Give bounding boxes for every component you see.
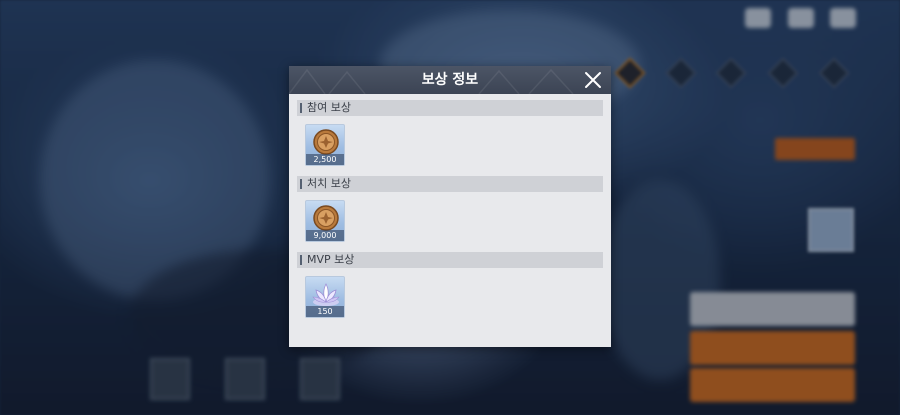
section-title: 처치 보상	[307, 177, 351, 190]
reward-row-participation: 2,500	[297, 124, 603, 170]
dialog-title: 보상 정보	[421, 72, 479, 88]
section-marker	[300, 103, 302, 113]
section-header-kill: 처치 보상	[297, 176, 603, 192]
reward-count: 150	[306, 306, 344, 317]
reward-item[interactable]: 150	[305, 276, 345, 318]
section-marker	[300, 179, 302, 189]
reward-row-mvp: 150	[297, 276, 603, 322]
reward-info-dialog: 보상 정보 참여 보상 2,500 처치 보상 9,000 MVP 보상 150	[289, 66, 611, 347]
reward-item[interactable]: 2,500	[305, 124, 345, 166]
dialog-body: 참여 보상 2,500 처치 보상 9,000 MVP 보상 150	[289, 94, 611, 322]
section-title: MVP 보상	[307, 253, 355, 266]
reward-row-kill: 9,000	[297, 200, 603, 246]
section-marker	[300, 255, 302, 265]
section-header-mvp: MVP 보상	[297, 252, 603, 268]
section-header-participation: 참여 보상	[297, 100, 603, 116]
dialog-header: 보상 정보	[289, 66, 611, 94]
reward-count: 2,500	[306, 154, 344, 165]
close-icon	[585, 72, 601, 88]
close-button[interactable]	[583, 70, 603, 90]
reward-count: 9,000	[306, 230, 344, 241]
section-title: 참여 보상	[307, 101, 351, 114]
reward-item[interactable]: 9,000	[305, 200, 345, 242]
